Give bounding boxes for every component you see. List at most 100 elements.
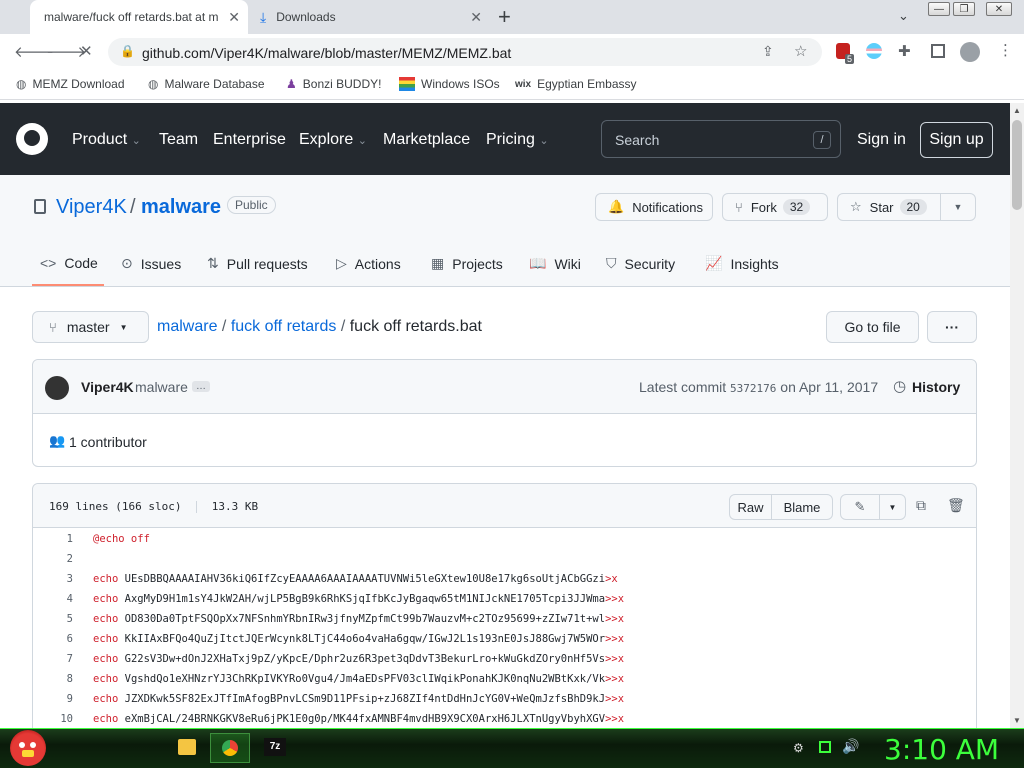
- tab-active[interactable]: malware/fuck off retards.bat at m ✕: [30, 0, 248, 34]
- fork-button[interactable]: ⑂ Fork 32: [722, 193, 828, 221]
- pride-extension-icon[interactable]: [866, 43, 882, 59]
- blame-button[interactable]: Blame: [771, 494, 833, 520]
- tab-actions[interactable]: ▷ Actions: [336, 255, 401, 272]
- issue-opened-icon: ⊙: [121, 255, 133, 271]
- profile-avatar-icon[interactable]: [960, 42, 980, 62]
- more-options-button[interactable]: ···: [927, 311, 977, 343]
- commit-expand-button[interactable]: …: [192, 381, 210, 392]
- stop-icon[interactable]: ✕: [80, 42, 93, 60]
- line-number[interactable]: 9: [33, 693, 73, 705]
- code-text: echo G22sV3Dw+dOnJ2XHaTxj9pZ/yKpcE/Dphr2…: [93, 653, 624, 665]
- nav-pricing[interactable]: Pricing ⌄: [486, 131, 549, 149]
- signin-link[interactable]: Sign in: [857, 131, 906, 149]
- avatar[interactable]: [45, 376, 69, 400]
- line-number[interactable]: 2: [33, 553, 73, 565]
- page-scrollbar-thumb[interactable]: [1012, 120, 1022, 210]
- tab-code[interactable]: <> Code: [40, 255, 98, 271]
- minimize-icon[interactable]: —: [928, 2, 950, 16]
- globe-icon: ◍: [16, 77, 27, 91]
- nav-team[interactable]: Team: [159, 131, 198, 149]
- repo-name-link[interactable]: malware: [141, 196, 221, 219]
- tab-search-chevron-icon[interactable]: ⌄: [898, 8, 909, 24]
- branch-icon: ⑂: [49, 319, 57, 335]
- signup-button[interactable]: Sign up: [920, 122, 993, 158]
- contributors-label[interactable]: 1 contributor: [69, 434, 147, 450]
- line-number[interactable]: 5: [33, 613, 73, 625]
- edit-button[interactable]: ✎: [840, 494, 880, 520]
- code-redirect: >>x: [605, 593, 625, 605]
- tab-pull-requests[interactable]: ⇅ Pull requests: [207, 255, 308, 272]
- raw-button[interactable]: Raw: [729, 494, 772, 520]
- breadcrumb-repo-link[interactable]: malware: [157, 318, 217, 335]
- address-bar[interactable]: 🔒 github.com/Viper4K/malware/blob/master…: [108, 38, 822, 66]
- breadcrumb-dir-link[interactable]: fuck off retards: [231, 318, 337, 335]
- go-to-file-button[interactable]: Go to file: [826, 311, 919, 343]
- file-explorer-icon[interactable]: [178, 739, 196, 755]
- github-logo-icon[interactable]: [16, 123, 48, 155]
- close-window-icon[interactable]: ✕: [986, 2, 1012, 16]
- branch-select-button[interactable]: ⑂ master ▼: [32, 311, 149, 343]
- side-panel-icon[interactable]: [931, 44, 945, 58]
- notifications-button[interactable]: 🔔 Notifications: [595, 193, 713, 221]
- edit-dropdown-button[interactable]: ▼: [879, 494, 906, 520]
- tab-insights[interactable]: 📈 Insights: [705, 255, 779, 272]
- nav-enterprise[interactable]: Enterprise: [213, 131, 286, 149]
- line-number[interactable]: 8: [33, 673, 73, 685]
- tab-projects[interactable]: ▦ Projects: [431, 255, 503, 272]
- bookmark-egyptian-embassy[interactable]: wix Egyptian Embassy: [515, 77, 637, 91]
- bookmark-memz-download[interactable]: ◍ MEMZ Download: [16, 77, 125, 91]
- star-button[interactable]: ☆ Star 20: [837, 193, 941, 221]
- pencil-icon: ✎: [854, 499, 866, 514]
- line-number[interactable]: 4: [33, 593, 73, 605]
- bookmark-star-icon[interactable]: ☆: [794, 42, 807, 60]
- restore-icon[interactable]: ❐: [953, 2, 975, 16]
- commit-author-link[interactable]: Viper4K: [81, 379, 134, 395]
- browser-tabstrip: malware/fuck off retards.bat at m ✕ ⤓ Do…: [0, 0, 1024, 34]
- new-tab-icon[interactable]: +: [498, 4, 511, 30]
- network-icon[interactable]: [819, 741, 831, 753]
- copy-icon[interactable]: ⧉: [916, 497, 926, 514]
- line-number[interactable]: 3: [33, 573, 73, 585]
- code-keyword: echo: [93, 613, 119, 625]
- line-number[interactable]: 1: [33, 533, 73, 545]
- tab-label: Security: [624, 255, 676, 272]
- angry-bird-start-icon[interactable]: [10, 730, 46, 766]
- code-line: 5 echo OD830Da0TptFSQOpXx7NFSnhmYRbnIRw3j…: [33, 609, 976, 629]
- tab-security[interactable]: ⛉ Security: [606, 255, 675, 272]
- close-tab-icon[interactable]: ✕: [228, 9, 240, 26]
- history-link[interactable]: History: [912, 379, 960, 395]
- 7zip-icon[interactable]: 7z: [264, 738, 286, 756]
- taskbar-clock[interactable]: 3:10 AM: [884, 733, 999, 766]
- bookmark-malware-database[interactable]: ◍ Malware Database: [148, 77, 265, 91]
- nav-marketplace[interactable]: Marketplace: [383, 131, 470, 149]
- nav-explore[interactable]: Explore ⌄: [299, 131, 367, 149]
- star-dropdown-button[interactable]: ▼: [940, 193, 976, 221]
- nav-product[interactable]: Product ⌄: [72, 131, 141, 149]
- volume-icon[interactable]: 🔊: [842, 738, 859, 755]
- search-shortcut-key: /: [813, 131, 831, 149]
- commit-hash-link[interactable]: 5372176: [730, 382, 776, 395]
- system-tray-icon[interactable]: ⚙: [793, 741, 804, 755]
- menu-kebab-icon[interactable]: ⋮: [998, 41, 1013, 59]
- line-number[interactable]: 7: [33, 653, 73, 665]
- scroll-up-arrow-icon[interactable]: ▲: [1013, 106, 1021, 115]
- code-text: echo KkIIAxBFQo4QuZjItctJQErWcynk8LTjC44…: [93, 633, 624, 645]
- bookmark-label: Malware Database: [164, 77, 265, 91]
- line-number[interactable]: 10: [33, 713, 73, 725]
- scroll-down-arrow-icon[interactable]: ▼: [1013, 716, 1021, 725]
- extensions-puzzle-icon[interactable]: ✚: [898, 42, 911, 60]
- chrome-taskbar-item[interactable]: [210, 733, 250, 763]
- commit-message-link[interactable]: malware: [135, 379, 188, 395]
- tab-issues[interactable]: ⊙ Issues: [121, 255, 181, 272]
- repo-owner-link[interactable]: Viper4K: [56, 196, 127, 219]
- share-icon[interactable]: ⇪: [762, 43, 774, 60]
- bookmark-bonzi-buddy[interactable]: ♟ Bonzi BUDDY!: [286, 77, 381, 91]
- trash-icon[interactable]: 🗑: [947, 497, 965, 514]
- tab-wiki[interactable]: 📖 Wiki: [529, 255, 581, 272]
- bookmark-windows-isos[interactable]: Windows ISOs: [399, 77, 500, 91]
- tab-downloads[interactable]: ⤓ Downloads ✕: [250, 0, 490, 34]
- github-search-input[interactable]: Search /: [601, 120, 841, 158]
- code-keyword: echo: [93, 713, 119, 725]
- close-tab-icon[interactable]: ✕: [470, 9, 482, 26]
- line-number[interactable]: 6: [33, 633, 73, 645]
